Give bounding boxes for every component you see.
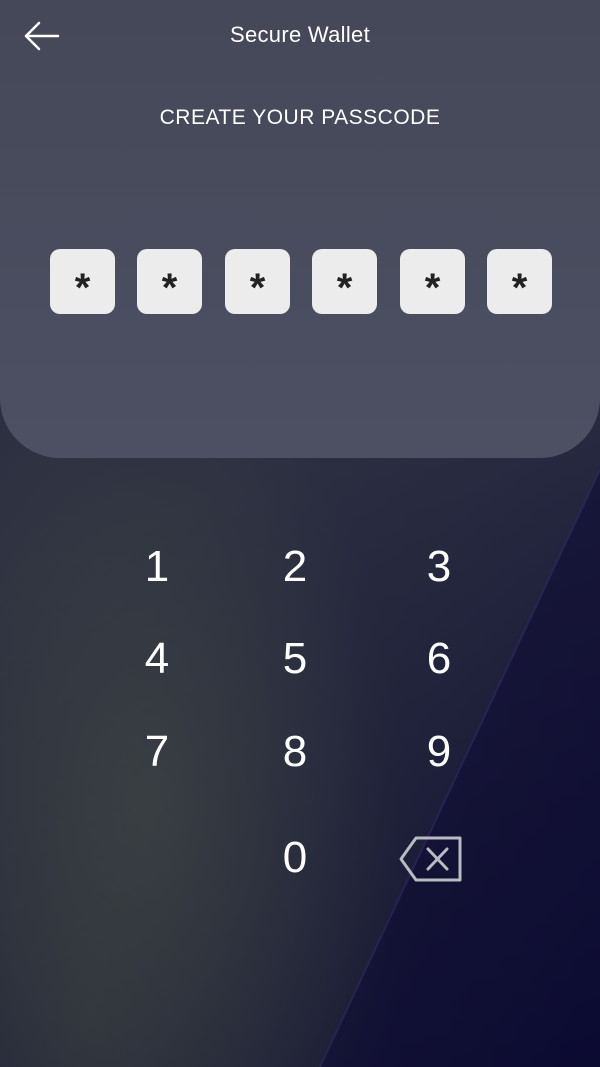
key-2[interactable]: 2 — [250, 532, 340, 602]
passcode-heading: CREATE YOUR PASSCODE — [159, 106, 441, 129]
pin-digit-3[interactable]: * — [225, 249, 290, 314]
page-title: Secure Wallet — [229, 22, 371, 47]
pin-digit-2[interactable]: * — [137, 249, 202, 314]
key-4[interactable]: 4 — [112, 624, 202, 694]
key-0[interactable]: 0 — [250, 823, 340, 893]
key-8[interactable]: 8 — [250, 717, 340, 787]
pin-row: * * * * * * — [50, 249, 552, 314]
key-1[interactable]: 1 — [112, 532, 202, 602]
pin-digit-4[interactable]: * — [312, 249, 377, 314]
pin-digit-5[interactable]: * — [400, 249, 465, 314]
passcode-panel: Secure Wallet CREATE YOUR PASSCODE * * *… — [0, 0, 600, 458]
key-3[interactable]: 3 — [394, 532, 484, 602]
key-5[interactable]: 5 — [250, 624, 340, 694]
delete-button[interactable] — [392, 828, 472, 890]
pin-digit-6[interactable]: * — [487, 249, 552, 314]
key-6[interactable]: 6 — [394, 624, 484, 694]
pin-digit-1[interactable]: * — [50, 249, 115, 314]
backspace-icon — [399, 836, 462, 882]
key-7[interactable]: 7 — [112, 717, 202, 787]
key-9[interactable]: 9 — [394, 717, 484, 787]
